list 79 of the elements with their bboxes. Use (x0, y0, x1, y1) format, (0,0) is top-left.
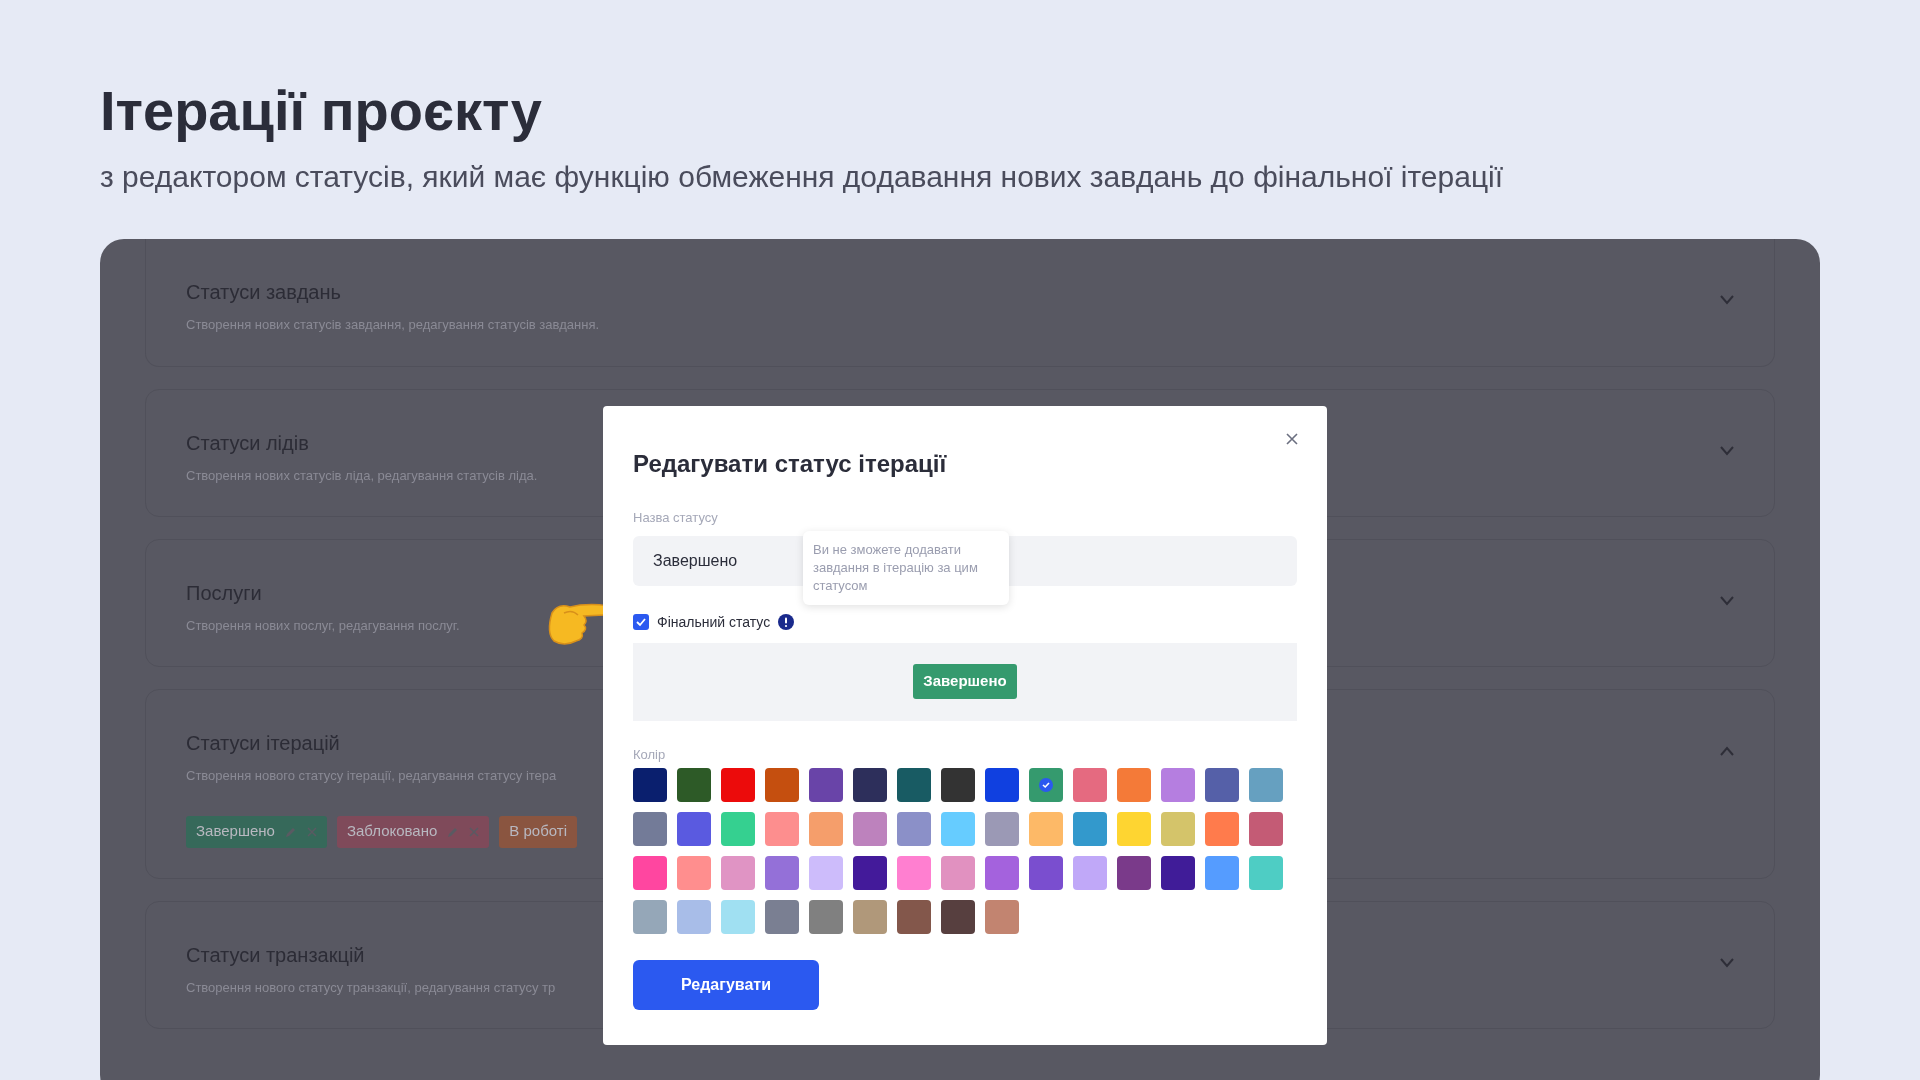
color-swatch[interactable] (1249, 856, 1283, 890)
chevron-down-icon[interactable] (1720, 596, 1734, 606)
color-swatch[interactable] (897, 812, 931, 846)
tag-label: Завершено (196, 821, 275, 842)
color-swatch[interactable] (1073, 856, 1107, 890)
final-status-checkbox[interactable] (633, 614, 649, 630)
chevron-down-icon[interactable] (1720, 958, 1734, 968)
color-swatch[interactable] (941, 768, 975, 802)
pencil-icon[interactable] (447, 825, 460, 838)
color-swatch[interactable] (897, 900, 931, 934)
tooltip: Ви не зможете додавати завдання в ітерацію за цим статусом (803, 531, 1009, 605)
color-swatch[interactable] (677, 900, 711, 934)
color-swatch[interactable] (985, 768, 1019, 802)
color-swatch[interactable] (1073, 812, 1107, 846)
color-swatch[interactable] (1029, 812, 1063, 846)
color-swatch[interactable] (809, 856, 843, 890)
tag-label: В роботі (509, 821, 567, 842)
field-label: Назва статусу (633, 509, 718, 527)
close-icon[interactable] (1285, 432, 1299, 446)
page-title: Ітерації проєкту (100, 78, 542, 144)
checkbox-label: Фінальний статус (657, 612, 771, 632)
color-swatch[interactable] (1073, 768, 1107, 802)
color-swatch[interactable] (1117, 812, 1151, 846)
color-swatch[interactable] (853, 812, 887, 846)
color-swatch[interactable] (1249, 812, 1283, 846)
color-swatch[interactable] (633, 900, 667, 934)
color-swatch[interactable] (1249, 768, 1283, 802)
color-swatch[interactable] (853, 900, 887, 934)
color-swatch[interactable] (941, 856, 975, 890)
color-swatch[interactable] (765, 856, 799, 890)
color-swatch[interactable] (1205, 768, 1239, 802)
color-swatch[interactable] (765, 900, 799, 934)
edit-button[interactable]: Редагувати (633, 960, 819, 1010)
color-swatch[interactable] (633, 812, 667, 846)
color-swatch[interactable] (677, 812, 711, 846)
color-swatch[interactable] (941, 900, 975, 934)
color-label: Колір (633, 745, 666, 764)
color-swatch[interactable] (1029, 768, 1063, 802)
dialog-title: Редагувати статус ітерації (633, 449, 947, 479)
color-swatch[interactable] (1117, 768, 1151, 802)
color-swatch[interactable] (721, 900, 755, 934)
color-swatch[interactable] (985, 856, 1019, 890)
status-tag[interactable]: Завершено (186, 815, 327, 848)
color-swatch[interactable] (897, 768, 931, 802)
chevron-up-icon[interactable] (1720, 746, 1734, 756)
color-swatch[interactable] (1205, 812, 1239, 846)
status-tag[interactable]: Заблоковано (336, 815, 490, 848)
color-swatch[interactable] (809, 900, 843, 934)
pencil-icon[interactable] (284, 825, 297, 838)
color-swatch[interactable] (985, 900, 1019, 934)
tag-label: Заблоковано (346, 821, 438, 842)
info-icon[interactable] (778, 614, 795, 630)
color-swatch[interactable] (897, 856, 931, 890)
status-tag[interactable]: В роботі (499, 815, 577, 848)
color-swatch[interactable] (853, 768, 887, 802)
color-swatch[interactable] (1029, 856, 1063, 890)
color-swatch[interactable] (677, 856, 711, 890)
color-swatch[interactable] (765, 768, 799, 802)
color-swatch[interactable] (721, 768, 755, 802)
color-swatch[interactable] (1161, 768, 1195, 802)
color-swatch[interactable] (765, 812, 799, 846)
color-swatch[interactable] (1205, 856, 1239, 890)
page-subtitle: з редактором статусів, який має функцію обмеження додавання нових завдань до фінальної ітерації (100, 159, 1504, 195)
chevron-down-icon[interactable] (1720, 446, 1734, 456)
chevron-down-icon[interactable] (1720, 295, 1734, 305)
color-swatch[interactable] (633, 768, 667, 802)
color-swatch[interactable] (809, 768, 843, 802)
color-swatch[interactable] (941, 812, 975, 846)
color-swatch[interactable] (1117, 856, 1151, 890)
color-swatch[interactable] (721, 856, 755, 890)
color-swatch[interactable] (633, 856, 667, 890)
color-swatch[interactable] (1161, 856, 1195, 890)
color-swatch[interactable] (721, 812, 755, 846)
color-swatch[interactable] (677, 768, 711, 802)
color-swatch[interactable] (1161, 812, 1195, 846)
color-swatch[interactable] (809, 812, 843, 846)
color-swatch[interactable] (853, 856, 887, 890)
status-badge: Завершено (913, 664, 1017, 699)
color-swatch[interactable] (985, 812, 1019, 846)
